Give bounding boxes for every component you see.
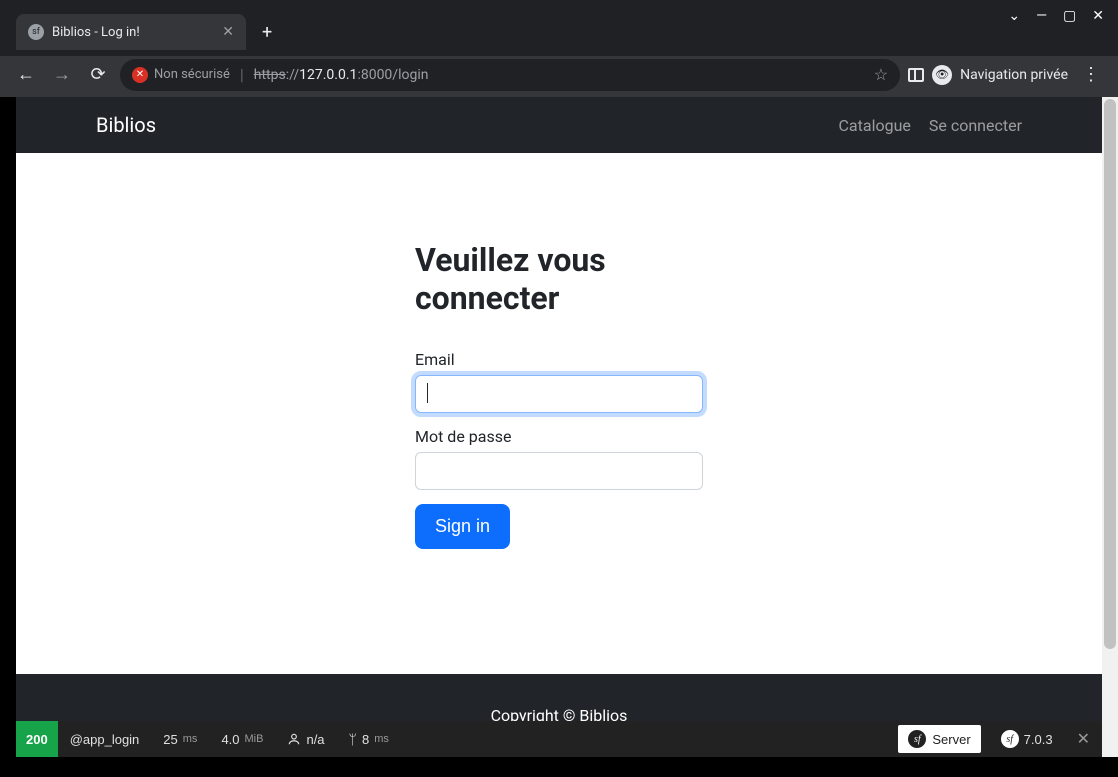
reload-button[interactable]: ⟳ bbox=[84, 61, 112, 89]
minimize-icon[interactable]: — bbox=[1036, 8, 1047, 24]
site-nav: Biblios Catalogue Se connecter bbox=[16, 97, 1102, 153]
email-label: Email bbox=[415, 350, 703, 369]
scrollbar-thumb[interactable] bbox=[1104, 99, 1116, 649]
debug-memory[interactable]: 4.0MiB bbox=[209, 721, 275, 757]
new-tab-button[interactable]: + bbox=[262, 22, 272, 43]
back-button[interactable]: ← bbox=[12, 61, 40, 89]
form-title: Veuillez vous connecter bbox=[415, 241, 703, 318]
tab-bar: sf Biblios - Log in! ✕ + bbox=[0, 0, 1118, 56]
debug-time[interactable]: 25ms bbox=[151, 721, 209, 757]
panel-icon[interactable] bbox=[908, 68, 924, 82]
forward-button[interactable]: → bbox=[48, 61, 76, 89]
address-bar[interactable]: ✕ Non sécurisé | https://127.0.0.1:8000/… bbox=[120, 59, 900, 91]
nav-links: Catalogue Se connecter bbox=[839, 116, 1022, 135]
private-label: Navigation privée bbox=[960, 67, 1068, 83]
address-bar-row: ← → ⟳ ✕ Non sécurisé | https://127.0.0.1… bbox=[0, 56, 1118, 97]
debug-close-icon[interactable]: ✕ bbox=[1065, 729, 1102, 749]
dropdown-icon[interactable]: ⌄ bbox=[1008, 8, 1020, 24]
page-viewport: Biblios Catalogue Se connecter Veuillez … bbox=[16, 97, 1102, 757]
twig-icon: ᛘ bbox=[349, 731, 357, 747]
password-label: Mot de passe bbox=[415, 427, 703, 446]
debug-right: sf Server sf 7.0.3 ✕ bbox=[898, 721, 1102, 757]
debug-version[interactable]: sf 7.0.3 bbox=[989, 721, 1065, 757]
divider: | bbox=[240, 65, 244, 84]
symfony-debug-bar: 200 @app_login 25ms 4.0MiB n/a ᛘ 8ms sf … bbox=[16, 721, 1102, 757]
browser-tab[interactable]: sf Biblios - Log in! ✕ bbox=[16, 14, 246, 50]
close-tab-icon[interactable]: ✕ bbox=[222, 24, 234, 40]
signin-button[interactable]: Sign in bbox=[415, 504, 510, 549]
incognito-icon: 👁 bbox=[932, 65, 952, 85]
favicon-icon: sf bbox=[28, 24, 44, 40]
private-badge[interactable]: 👁 Navigation privée bbox=[932, 65, 1068, 85]
scrollbar[interactable] bbox=[1102, 97, 1118, 757]
user-icon bbox=[287, 732, 301, 746]
warning-icon: ✕ bbox=[132, 67, 148, 83]
security-label: Non sécurisé bbox=[154, 67, 230, 82]
nav-link-catalogue[interactable]: Catalogue bbox=[839, 116, 911, 135]
debug-route[interactable]: @app_login bbox=[58, 721, 152, 757]
close-window-icon[interactable]: ✕ bbox=[1092, 8, 1104, 24]
main-content: Veuillez vous connecter Email Mot de pas… bbox=[16, 153, 1102, 674]
login-form: Veuillez vous connecter Email Mot de pas… bbox=[415, 241, 703, 549]
browser-chrome: ⌄ — ▢ ✕ sf Biblios - Log in! ✕ + ← → ⟳ ✕… bbox=[0, 0, 1118, 97]
debug-twig[interactable]: ᛘ 8ms bbox=[337, 721, 401, 757]
maximize-icon[interactable]: ▢ bbox=[1063, 8, 1076, 24]
tab-title: Biblios - Log in! bbox=[52, 25, 214, 40]
kebab-menu-icon[interactable]: ⋮ bbox=[1076, 64, 1106, 85]
symfony-icon: sf bbox=[1001, 730, 1019, 748]
debug-status[interactable]: 200 bbox=[16, 721, 58, 757]
nav-link-login[interactable]: Se connecter bbox=[929, 116, 1022, 135]
email-field[interactable] bbox=[415, 375, 703, 413]
address-right: ☆ bbox=[874, 65, 888, 84]
security-indicator[interactable]: ✕ Non sécurisé bbox=[132, 67, 230, 83]
debug-user[interactable]: n/a bbox=[275, 721, 336, 757]
url-text: https://127.0.0.1:8000/login bbox=[254, 67, 429, 83]
password-field[interactable] bbox=[415, 452, 703, 490]
window-controls: ⌄ — ▢ ✕ bbox=[1008, 8, 1104, 24]
star-icon[interactable]: ☆ bbox=[874, 65, 888, 84]
brand[interactable]: Biblios bbox=[96, 113, 156, 137]
symfony-icon: sf bbox=[908, 730, 926, 748]
debug-server[interactable]: sf Server bbox=[898, 725, 980, 753]
